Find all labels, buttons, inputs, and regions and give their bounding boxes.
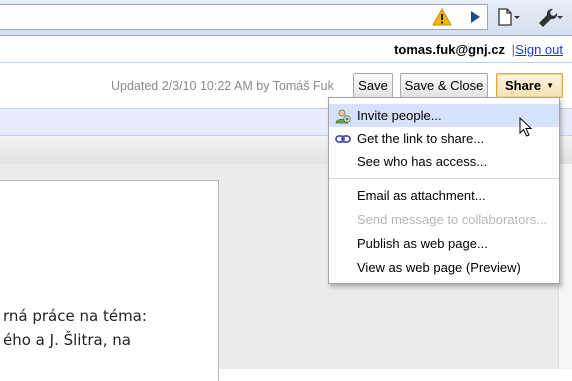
vertical-scrollbar[interactable]	[558, 164, 572, 369]
address-bar[interactable]	[0, 4, 488, 30]
menu-item-label: Invite people...	[357, 108, 442, 123]
menu-separator	[329, 178, 559, 179]
account-bar: tomas.fuk@gnj.cz | Sign out	[0, 36, 572, 63]
dropdown-caret-icon: ▼	[546, 81, 555, 90]
menu-item-label: Email as attachment...	[357, 188, 486, 203]
menu-item-send-message: Send message to collaborators...	[329, 208, 559, 231]
menu-item-label: See who has access...	[357, 154, 488, 169]
wrench-menu-button[interactable]	[535, 6, 565, 28]
menu-item-see-access[interactable]: See who has access...	[329, 150, 559, 173]
menu-item-label: Get the link to share...	[357, 131, 485, 146]
document-text-line: rná práce na téma:	[3, 307, 147, 325]
warning-icon[interactable]	[432, 7, 452, 29]
menu-item-email-attachment[interactable]: Email as attachment...	[329, 184, 559, 207]
mouse-cursor-icon	[519, 116, 533, 140]
menu-item-publish-web[interactable]: Publish as web page...	[329, 232, 559, 255]
menu-item-view-web[interactable]: View as web page (Preview)	[329, 256, 559, 279]
document-page[interactable]: rná práce na téma: ého a J. Šlitra, na	[0, 180, 219, 381]
menu-item-label: View as web page (Preview)	[357, 260, 521, 275]
play-icon[interactable]	[468, 10, 482, 27]
account-email: tomas.fuk@gnj.cz	[394, 42, 505, 57]
save-button[interactable]: Save	[353, 73, 393, 98]
document-text-line: ého a J. Šlitra, na	[3, 331, 131, 349]
share-button[interactable]: Share ▼	[496, 73, 563, 98]
share-button-label: Share	[504, 78, 542, 93]
save-close-button[interactable]: Save & Close	[400, 73, 488, 98]
browser-toolbar	[0, 0, 572, 36]
last-updated-text: Updated 2/3/10 10:22 AM by Tomáš Fuk	[111, 79, 334, 93]
menu-item-label: Send message to collaborators...	[357, 212, 548, 227]
sign-out-link[interactable]: Sign out	[515, 42, 563, 57]
menu-item-label: Publish as web page...	[357, 236, 488, 251]
link-icon	[335, 131, 351, 147]
page-menu-button[interactable]	[496, 6, 522, 28]
wrench-icon	[539, 8, 563, 27]
page-icon	[498, 8, 520, 26]
invite-people-icon	[335, 108, 351, 124]
